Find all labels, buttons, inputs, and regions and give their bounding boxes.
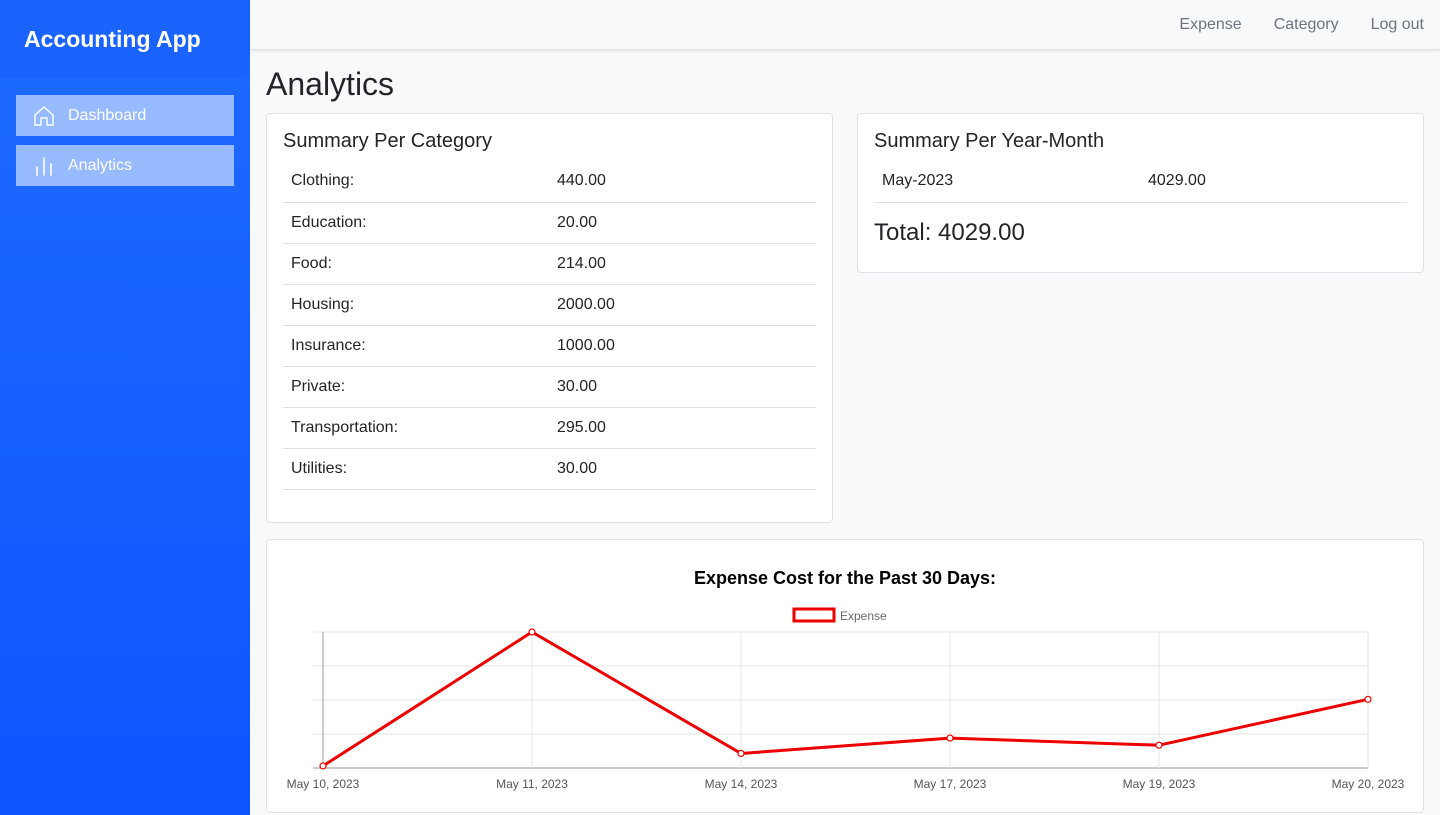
data-point <box>1364 695 1372 703</box>
category-summary-card: Summary Per Category Clothing: 440.00 Educ… <box>266 113 833 523</box>
row-value: 30.00 <box>549 448 816 490</box>
row-value: 2000.00 <box>549 284 816 326</box>
nav-link-logout[interactable]: Log out <box>1371 16 1424 34</box>
table-row: May-2023 4029.00 <box>874 161 1407 203</box>
nav-link-expense[interactable]: Expense <box>1179 16 1241 34</box>
table-row: Food: 214.00 <box>283 243 816 285</box>
category-summary-table: Clothing: 440.00 Education: 20.00 Food: 214.0… <box>283 161 816 490</box>
series-line-expense <box>322 630 1369 768</box>
row-label: Transportation: <box>283 407 549 449</box>
sidebar-item-analytics[interactable]: Analytics <box>16 145 234 186</box>
x-tick-label: May 19, 2023 <box>1123 777 1196 791</box>
row-label: May-2023 <box>874 161 1140 203</box>
total-amount: Total: 4029.00 <box>874 218 1025 246</box>
x-tick-label: May 17, 2023 <box>914 777 987 791</box>
sidebar-nav: Dashboard Analytics <box>0 78 250 186</box>
row-label: Private: <box>283 366 549 408</box>
sidebar-item-dashboard[interactable]: Dashboard <box>16 95 234 136</box>
data-point <box>737 749 745 758</box>
table-row: Private: 30.00 <box>283 366 816 408</box>
row-value: 440.00 <box>549 161 816 203</box>
chart-title: Expense Cost for the Past 30 Days: <box>694 568 996 588</box>
row-value: 1000.00 <box>549 325 816 367</box>
row-value: 214.00 <box>549 243 816 285</box>
data-point <box>1155 741 1163 749</box>
top-navbar: Expense Category Log out <box>250 0 1440 50</box>
row-label: Utilities: <box>283 448 549 490</box>
row-label: Education: <box>283 202 549 244</box>
table-row: Transportation: 295.00 <box>283 407 816 449</box>
table-row: Utilities: 30.00 <box>283 448 816 490</box>
row-label: Clothing: <box>283 161 549 203</box>
app-brand[interactable]: Accounting App <box>0 0 250 78</box>
row-label: Housing: <box>283 284 549 326</box>
page-title: Analytics <box>266 66 395 102</box>
category-summary-title: Summary Per Category <box>283 130 492 152</box>
row-value: 30.00 <box>549 366 816 408</box>
data-point <box>319 762 327 770</box>
x-tick-label: May 14, 2023 <box>705 777 778 791</box>
table-row: Education: 20.00 <box>283 202 816 244</box>
data-point <box>946 734 954 742</box>
yearmonth-summary-title: Summary Per Year-Month <box>874 130 1105 152</box>
expense-line-chart: Expense Cost for the Past 30 Days: Expens… <box>287 568 1405 791</box>
legend-label: Expense <box>840 609 887 623</box>
table-row: Clothing: 440.00 <box>283 161 816 203</box>
sidebar: Accounting App Dashboard Analytics <box>0 0 250 815</box>
bar-chart-icon <box>32 154 56 178</box>
yearmonth-summary-card: Summary Per Year-Month May-2023 4029.00 T… <box>857 113 1424 273</box>
x-tick-label: May 11, 2023 <box>496 777 568 791</box>
row-label: Insurance: <box>283 325 549 367</box>
table-row: Housing: 2000.00 <box>283 284 816 326</box>
table-row: Insurance: 1000.00 <box>283 325 816 367</box>
legend-swatch <box>792 607 836 623</box>
sidebar-item-label: Dashboard <box>68 106 147 124</box>
row-value: 295.00 <box>549 407 816 449</box>
expense-chart-card: Expense Cost for the Past 30 Days: Expens… <box>266 539 1424 813</box>
x-tick-label: May 10, 2023 <box>287 777 360 791</box>
home-icon <box>32 104 56 128</box>
sidebar-item-label: Analytics <box>68 156 133 174</box>
row-value: 4029.00 <box>1140 161 1407 203</box>
row-value: 20.00 <box>549 202 816 244</box>
row-label: Food: <box>283 243 549 285</box>
data-point <box>528 628 536 636</box>
x-tick-label: May 20, 2023 <box>1332 777 1405 791</box>
nav-link-category[interactable]: Category <box>1274 16 1339 34</box>
yearmonth-summary-table: May-2023 4029.00 <box>874 161 1407 203</box>
